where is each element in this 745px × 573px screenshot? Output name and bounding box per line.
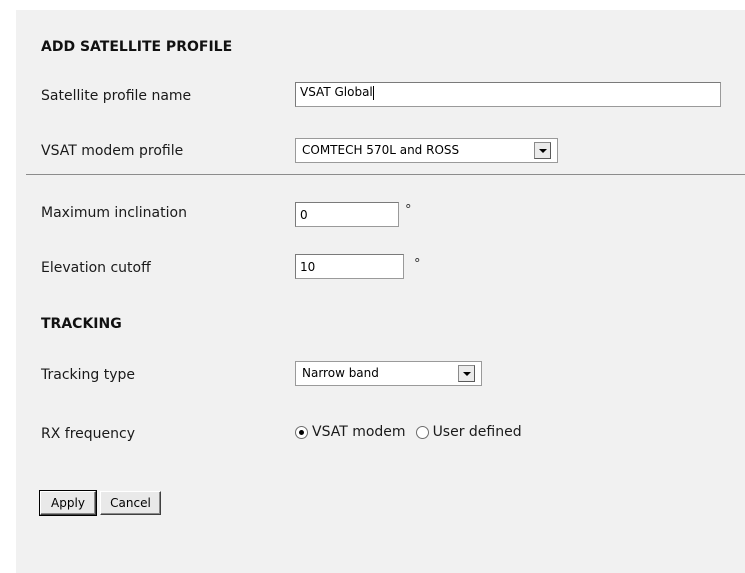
section-heading-add-satellite-profile: ADD SATELLITE PROFILE <box>41 39 233 55</box>
radio-user-defined[interactable] <box>415 425 429 439</box>
elevation-cutoff-input[interactable] <box>295 254 404 279</box>
radio-vsat-modem[interactable] <box>295 425 308 439</box>
maximum-inclination-input[interactable] <box>295 202 399 227</box>
cancel-button[interactable]: Cancel <box>100 491 161 515</box>
chevron-down-icon[interactable] <box>458 365 475 382</box>
radio-user-defined-label[interactable]: User defined <box>433 424 522 440</box>
rx-frequency-radio-group: VSAT modem User defined <box>295 424 532 440</box>
vsat-modem-profile-value: COMTECH 570L and ROSS <box>302 143 460 157</box>
rx-frequency-label: RX frequency <box>41 426 135 442</box>
degree-unit-elevation: ° <box>414 257 421 272</box>
text-cursor <box>372 85 374 100</box>
satellite-profile-name-input[interactable]: VSAT Global <box>295 82 721 107</box>
tracking-type-value: Narrow band <box>302 366 379 380</box>
radio-vsat-modem-label[interactable]: VSAT modem <box>312 424 406 440</box>
elevation-cutoff-label: Elevation cutoff <box>41 260 151 276</box>
satellite-profile-name-value: VSAT Global <box>300 85 373 99</box>
section-heading-tracking: TRACKING <box>41 316 122 332</box>
vsat-modem-profile-label: VSAT modem profile <box>41 143 184 159</box>
maximum-inclination-label: Maximum inclination <box>41 205 187 221</box>
chevron-down-icon[interactable] <box>534 142 551 159</box>
tracking-type-select[interactable]: Narrow band <box>295 361 482 386</box>
apply-button[interactable]: Apply <box>39 490 97 516</box>
section-divider <box>26 174 745 175</box>
vsat-modem-profile-select[interactable]: COMTECH 570L and ROSS <box>295 138 558 163</box>
tracking-type-label: Tracking type <box>41 367 136 383</box>
degree-unit-inclination: ° <box>405 203 412 218</box>
satellite-profile-name-label: Satellite profile name <box>41 88 192 104</box>
